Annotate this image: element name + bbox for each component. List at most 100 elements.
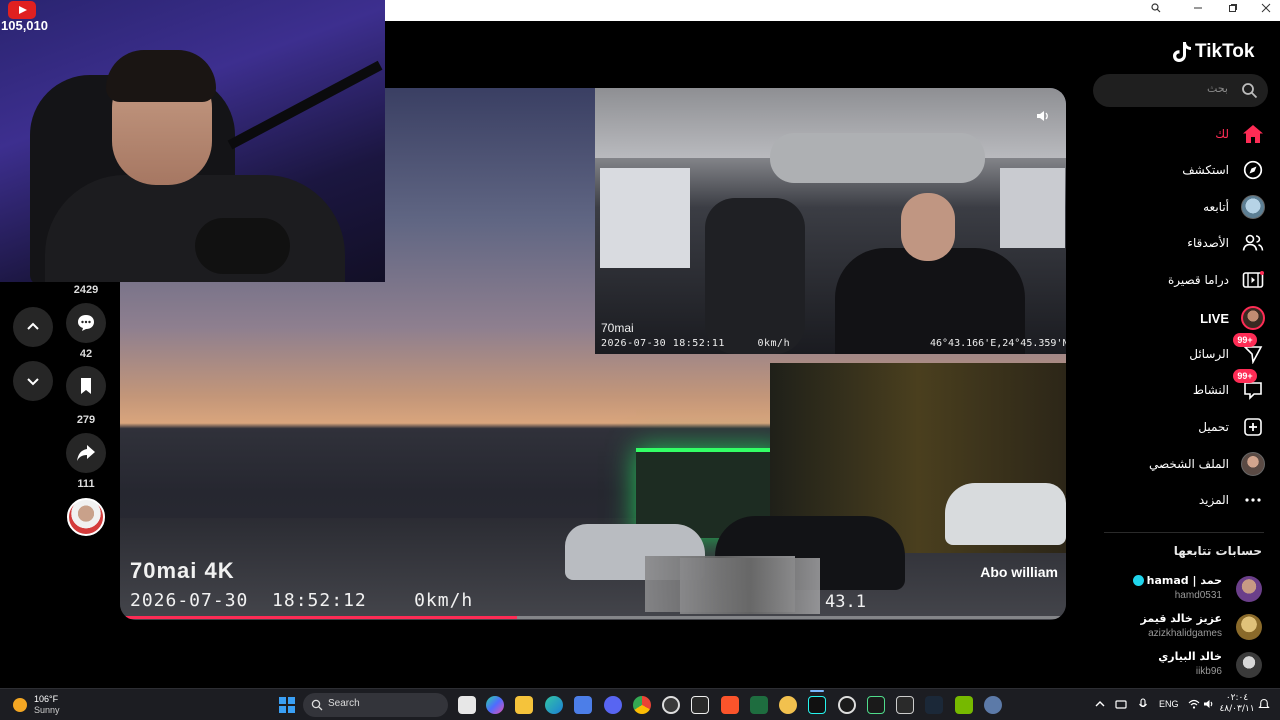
next-video-button[interactable] bbox=[13, 361, 53, 401]
search-icon[interactable] bbox=[1241, 82, 1258, 99]
comment-button[interactable] bbox=[66, 303, 106, 343]
brave-icon[interactable] bbox=[721, 696, 739, 714]
zoom-icon[interactable] bbox=[1148, 3, 1164, 16]
verified-icon bbox=[1132, 575, 1144, 586]
search-input[interactable]: بحث bbox=[1093, 74, 1268, 107]
clock-time[interactable]: ٠٢:٠٤ bbox=[1222, 693, 1252, 703]
creator-avatar[interactable] bbox=[67, 498, 105, 536]
sidebar-item-explore[interactable]: استكشف bbox=[1110, 157, 1265, 183]
video-author[interactable]: Abo william bbox=[980, 564, 1058, 580]
maximize-icon[interactable] bbox=[1225, 3, 1241, 16]
app-icon[interactable] bbox=[779, 696, 797, 714]
notifications-icon[interactable] bbox=[1258, 698, 1270, 710]
excel-icon[interactable] bbox=[750, 696, 768, 714]
account-name-row: عزيز خالد قيمز bbox=[1141, 612, 1222, 625]
live-avatar-icon bbox=[1241, 306, 1265, 330]
sidebar-item-more[interactable]: المزيد bbox=[1110, 487, 1265, 513]
clock-date[interactable]: ٤٨/٠٣/١١ bbox=[1218, 704, 1256, 714]
volume-icon[interactable] bbox=[1035, 108, 1051, 124]
sidebar-item-label: لك bbox=[1215, 127, 1229, 141]
steam-icon[interactable] bbox=[925, 696, 943, 714]
progress-fill bbox=[120, 616, 518, 619]
streamer-webcam: 105,010 bbox=[0, 0, 385, 282]
profile-avatar-icon bbox=[1241, 452, 1265, 476]
activity-icon: 99+ bbox=[1233, 369, 1265, 402]
sidebar-item-label: المزيد bbox=[1198, 493, 1229, 507]
share-button[interactable] bbox=[66, 433, 106, 473]
inset-coords: 46°43.166'E,24°45.359'N bbox=[930, 338, 1066, 349]
nvidia-icon[interactable] bbox=[955, 696, 973, 714]
file-explorer-icon[interactable] bbox=[515, 696, 533, 714]
account-avatar bbox=[1236, 576, 1262, 602]
sun-icon[interactable] bbox=[13, 698, 27, 712]
weather-temperature[interactable]: 106°F bbox=[34, 694, 58, 704]
sidebar-item-label: استكشف bbox=[1182, 163, 1229, 177]
account-name: hamad | حمد bbox=[1146, 574, 1222, 587]
capcut-icon[interactable] bbox=[691, 696, 709, 714]
app-icon[interactable] bbox=[867, 696, 885, 714]
streamer-body bbox=[45, 175, 345, 282]
tiktok-app-icon[interactable] bbox=[808, 696, 826, 714]
store-icon[interactable] bbox=[574, 696, 592, 714]
language-indicator[interactable]: ENG bbox=[1159, 699, 1179, 709]
sidebar-item-label: أتابعه bbox=[1203, 200, 1229, 214]
windows-start-icon[interactable] bbox=[279, 697, 295, 713]
messages-badge: 99+ bbox=[1233, 333, 1257, 347]
wifi-icon[interactable] bbox=[1188, 698, 1200, 710]
discord-icon[interactable] bbox=[604, 696, 622, 714]
search-icon bbox=[311, 699, 323, 711]
close-icon[interactable] bbox=[1258, 3, 1274, 16]
account-handle: hamd0531 bbox=[1174, 590, 1222, 601]
sidebar-item-live[interactable]: LIVE bbox=[1110, 305, 1265, 331]
following-account[interactable]: hamad | حمد hamd0531 bbox=[1104, 573, 1262, 607]
browser-title-bar bbox=[385, 0, 1280, 21]
account-name-row: خالد البياري bbox=[1158, 650, 1222, 663]
compass-icon bbox=[1241, 158, 1265, 182]
edge-icon[interactable] bbox=[545, 696, 563, 714]
sidebar-divider bbox=[1104, 532, 1264, 533]
sidebar-item-friends[interactable]: الأصدقاء bbox=[1110, 230, 1265, 256]
weather-condition[interactable]: Sunny bbox=[34, 705, 60, 715]
chevron-up-icon[interactable] bbox=[1094, 698, 1106, 710]
home-icon bbox=[1241, 122, 1265, 146]
following-accounts-title: حسابات تتابعها bbox=[1173, 544, 1262, 558]
minimize-icon[interactable] bbox=[1190, 3, 1206, 16]
task-view-icon[interactable] bbox=[458, 696, 476, 714]
following-account[interactable]: خالد البياري iikb96 bbox=[1104, 649, 1262, 683]
sidebar-item-activity[interactable]: النشاط 99+ bbox=[1110, 369, 1265, 403]
previous-video-button[interactable] bbox=[13, 307, 53, 347]
chevron-down-icon bbox=[27, 378, 39, 386]
sidebar-item-profile[interactable]: الملف الشخصي bbox=[1110, 451, 1265, 477]
following-avatar-icon bbox=[1241, 195, 1265, 219]
account-avatar bbox=[1236, 652, 1262, 678]
network-icon[interactable] bbox=[1115, 698, 1127, 710]
sidebar-item-upload[interactable]: تحميل bbox=[1110, 414, 1265, 440]
sidebar-item-following[interactable]: أتابعه bbox=[1110, 194, 1265, 220]
sidebar-item-for-you[interactable]: لك bbox=[1110, 121, 1265, 147]
account-name: خالد البياري bbox=[1158, 650, 1222, 663]
sidebar-item-messages[interactable]: الرسائل 99+ bbox=[1110, 333, 1265, 367]
copilot-icon[interactable] bbox=[486, 696, 504, 714]
upload-icon bbox=[1241, 415, 1265, 439]
tiktok-logo[interactable]: TikTok bbox=[1172, 38, 1264, 66]
sidebar-item-short-drama[interactable]: دراما قصيرة bbox=[1110, 267, 1265, 293]
settings-icon[interactable] bbox=[984, 696, 1002, 714]
share-icon bbox=[77, 445, 95, 461]
dashcam-coords: 43.1 bbox=[825, 592, 866, 612]
chrome-icon[interactable] bbox=[633, 696, 651, 714]
capcut-icon[interactable] bbox=[896, 696, 914, 714]
more-icon bbox=[1241, 488, 1265, 512]
sidebar-item-label: LIVE bbox=[1200, 310, 1229, 326]
sidebar-item-label: الملف الشخصي bbox=[1149, 457, 1229, 471]
dashcam-timestamp: 2026-07-30 18:52:12 0km/h bbox=[130, 590, 474, 611]
microphone-icon[interactable] bbox=[1137, 698, 1149, 710]
save-button[interactable] bbox=[66, 366, 106, 406]
volume-icon[interactable] bbox=[1203, 698, 1215, 710]
video-progress-bar[interactable] bbox=[120, 616, 1066, 619]
obs-icon[interactable] bbox=[662, 696, 680, 714]
comment-count: 42 bbox=[79, 348, 93, 360]
following-account[interactable]: عزيز خالد قيمز azizkhalidgames bbox=[1104, 611, 1262, 645]
taskbar-search[interactable]: Search bbox=[303, 693, 448, 717]
app-icon[interactable] bbox=[838, 696, 856, 714]
interior-camera-inset: 70mai 2026-07-30 18:52:11 0km/h 46°43.16… bbox=[595, 88, 1066, 354]
